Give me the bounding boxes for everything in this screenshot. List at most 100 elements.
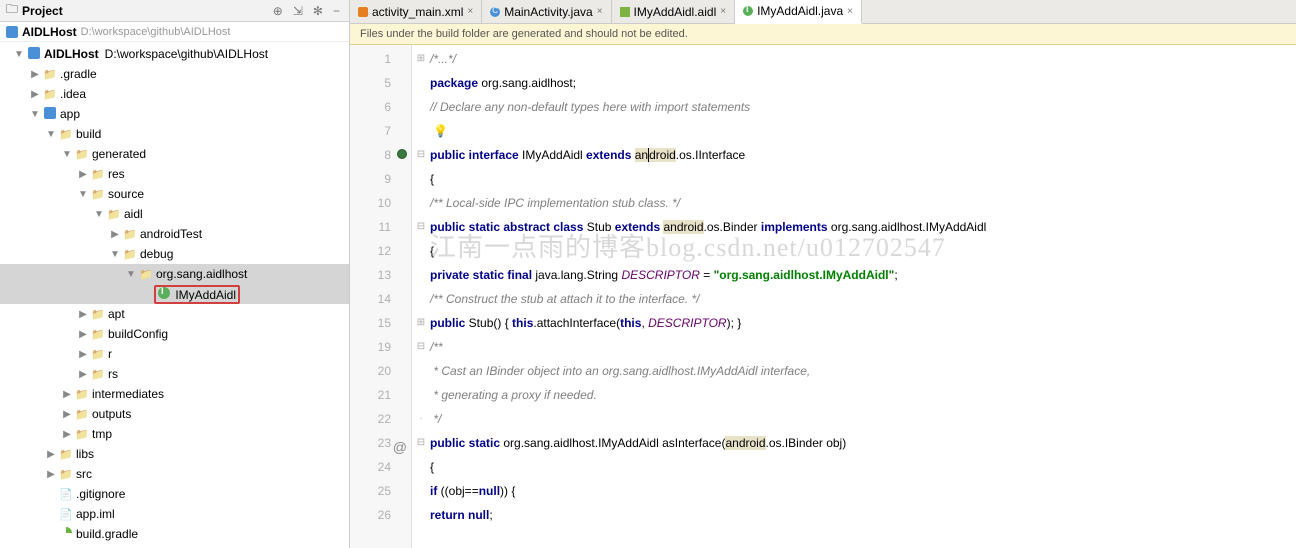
line-number[interactable]: 6 xyxy=(350,95,391,119)
line-number[interactable]: 19 xyxy=(350,335,391,359)
line-number[interactable]: 20 xyxy=(350,359,391,383)
tree-item-orgsangaidlhost[interactable]: ▼org.sang.aidlhost xyxy=(0,264,349,284)
line-number[interactable]: 12 xyxy=(350,239,391,263)
override-icon[interactable]: @ xyxy=(393,435,407,459)
line-number[interactable]: 23@ xyxy=(350,431,391,455)
code-line[interactable]: /** Construct the stub at attach it to t… xyxy=(430,287,1296,311)
breakpoint-icon[interactable] xyxy=(397,149,407,159)
fold-toggle-icon[interactable]: ⊞ xyxy=(412,47,430,71)
folding-gutter[interactable]: ⊞⊟⊟⊞⊟·⊟ xyxy=(412,45,430,548)
code-line[interactable]: if ((obj==null)) { xyxy=(430,479,1296,503)
tree-item-outputs[interactable]: ▶outputs xyxy=(0,404,349,424)
tree-item-gitignore[interactable]: .gitignore xyxy=(0,484,349,504)
tree-item-aidl[interactable]: ▼aidl xyxy=(0,204,349,224)
tree-item-androidtest[interactable]: ▶androidTest xyxy=(0,224,349,244)
project-tree[interactable]: ▼AIDLHostD:\workspace\github\AIDLHost▶.g… xyxy=(0,42,349,548)
close-icon[interactable]: × xyxy=(847,6,853,17)
line-number[interactable]: 13 xyxy=(350,263,391,287)
close-icon[interactable]: × xyxy=(597,6,603,17)
tab-imyaddaidlaidl[interactable]: IMyAddAidl.aidl× xyxy=(612,0,736,23)
expand-arrow-icon[interactable]: ▼ xyxy=(108,249,122,260)
fold-toggle-icon[interactable]: ⊟ xyxy=(412,335,430,359)
tab-imyaddaidljava[interactable]: IMyAddAidl.java× xyxy=(735,0,862,24)
tree-item-apt[interactable]: ▶apt xyxy=(0,304,349,324)
code-line[interactable]: public interface IMyAddAidl extends andr… xyxy=(430,143,1296,167)
expand-arrow-icon[interactable]: ▶ xyxy=(108,229,122,240)
expand-arrow-icon[interactable]: ▼ xyxy=(44,129,58,140)
line-number[interactable]: 24 xyxy=(350,455,391,479)
line-number[interactable]: 26 xyxy=(350,503,391,527)
expand-arrow-icon[interactable]: ▶ xyxy=(76,169,90,180)
code-line[interactable]: private static final java.lang.String DE… xyxy=(430,263,1296,287)
line-number[interactable]: 8 xyxy=(350,143,391,167)
expand-arrow-icon[interactable]: ▶ xyxy=(76,329,90,340)
target-icon[interactable]: ⊕ xyxy=(270,4,286,18)
expand-arrow-icon[interactable]: ▼ xyxy=(12,49,26,60)
tree-item-debug[interactable]: ▼debug xyxy=(0,244,349,264)
tree-item-source[interactable]: ▼source xyxy=(0,184,349,204)
tree-item-appiml[interactable]: app.iml xyxy=(0,504,349,524)
code-line[interactable]: // Declare any non-default types here wi… xyxy=(430,95,1296,119)
line-number[interactable]: 22 xyxy=(350,407,391,431)
code-line[interactable]: { xyxy=(430,167,1296,191)
tree-item-app[interactable]: ▼app xyxy=(0,104,349,124)
tree-item-res[interactable]: ▶res xyxy=(0,164,349,184)
fold-toggle-icon[interactable]: ⊟ xyxy=(412,143,430,167)
fold-toggle-icon[interactable]: ⊞ xyxy=(412,311,430,335)
code-line[interactable]: /** Local-side IPC implementation stub c… xyxy=(430,191,1296,215)
tree-item-rs[interactable]: ▶rs xyxy=(0,364,349,384)
code-line[interactable]: public static org.sang.aidlhost.IMyAddAi… xyxy=(430,431,1296,455)
close-icon[interactable]: × xyxy=(467,6,473,17)
expand-arrow-icon[interactable]: ▼ xyxy=(60,149,74,160)
code-line[interactable]: /*...*/ xyxy=(430,47,1296,71)
hide-icon[interactable]: − xyxy=(330,4,343,18)
expand-arrow-icon[interactable]: ▼ xyxy=(92,209,106,220)
code-content[interactable]: 江南一点雨的博客blog.csdn.net/u012702547 /*...*/… xyxy=(430,45,1296,548)
tree-item-generated[interactable]: ▼generated xyxy=(0,144,349,164)
expand-arrow-icon[interactable]: ▶ xyxy=(76,369,90,380)
tab-activity_mainxml[interactable]: activity_main.xml× xyxy=(350,0,482,23)
line-number[interactable]: 9 xyxy=(350,167,391,191)
expand-arrow-icon[interactable]: ▶ xyxy=(44,469,58,480)
tree-item-libs[interactable]: ▶libs xyxy=(0,444,349,464)
code-line[interactable]: public static abstract class Stub extend… xyxy=(430,215,1296,239)
line-number-gutter[interactable]: 1567891011121314151920212223@242526 xyxy=(350,45,412,548)
expand-arrow-icon[interactable]: ▼ xyxy=(28,109,42,120)
gear-icon[interactable]: ✻ xyxy=(310,4,326,18)
tree-item-buildgradle[interactable]: build.gradle xyxy=(0,524,349,544)
tree-item-gradle[interactable]: ▶.gradle xyxy=(0,64,349,84)
line-number[interactable]: 5 xyxy=(350,71,391,95)
collapse-icon[interactable]: ⇲ xyxy=(290,4,306,18)
line-number[interactable]: 1 xyxy=(350,47,391,71)
line-number[interactable]: 11 xyxy=(350,215,391,239)
line-number[interactable]: 25 xyxy=(350,479,391,503)
tree-item-imyaddaidl[interactable]: IMyAddAidl xyxy=(0,284,349,304)
line-number[interactable]: 21 xyxy=(350,383,391,407)
code-line[interactable]: /** xyxy=(430,335,1296,359)
tree-item-build[interactable]: ▼build xyxy=(0,124,349,144)
expand-arrow-icon[interactable]: ▶ xyxy=(60,389,74,400)
code-line[interactable]: 💡 xyxy=(430,119,1296,143)
close-icon[interactable]: × xyxy=(720,6,726,17)
expand-arrow-icon[interactable]: ▶ xyxy=(76,349,90,360)
expand-arrow-icon[interactable]: ▼ xyxy=(124,269,138,280)
line-number[interactable]: 14 xyxy=(350,287,391,311)
line-number[interactable]: 10 xyxy=(350,191,391,215)
expand-arrow-icon[interactable]: ▶ xyxy=(44,449,58,460)
tree-item-tmp[interactable]: ▶tmp xyxy=(0,424,349,444)
code-line[interactable]: * Cast an IBinder object into an org.san… xyxy=(430,359,1296,383)
code-line[interactable]: public Stub() { this.attachInterface(thi… xyxy=(430,311,1296,335)
code-line[interactable]: * generating a proxy if needed. xyxy=(430,383,1296,407)
tab-mainactivityjava[interactable]: MainActivity.java× xyxy=(482,0,611,23)
code-editor[interactable]: 1567891011121314151920212223@242526 ⊞⊟⊟⊞… xyxy=(350,45,1296,548)
tree-item-r[interactable]: ▶r xyxy=(0,344,349,364)
fold-toggle-icon[interactable]: · xyxy=(412,407,430,431)
code-line[interactable]: */ xyxy=(430,407,1296,431)
expand-arrow-icon[interactable]: ▶ xyxy=(76,309,90,320)
code-line[interactable]: package org.sang.aidlhost; xyxy=(430,71,1296,95)
line-number[interactable]: 7 xyxy=(350,119,391,143)
expand-arrow-icon[interactable]: ▶ xyxy=(28,89,42,100)
tree-item-src[interactable]: ▶src xyxy=(0,464,349,484)
expand-arrow-icon[interactable]: ▶ xyxy=(60,409,74,420)
expand-arrow-icon[interactable]: ▼ xyxy=(76,189,90,200)
